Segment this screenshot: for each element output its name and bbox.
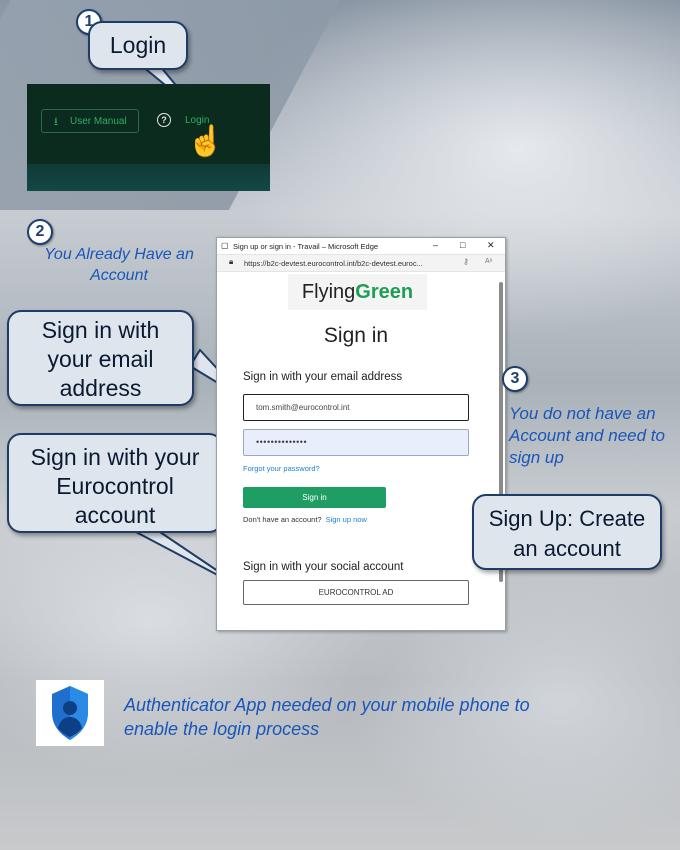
browser-titlebar: ▢ Sign up or sign in - Travail – Microso…	[217, 238, 505, 254]
step-3-badge: 3	[502, 366, 528, 392]
forgot-password-link[interactable]: Forgot your password?	[243, 464, 320, 473]
authenticator-app-icon	[36, 680, 104, 746]
minimize-button[interactable]: –	[433, 240, 438, 250]
logo-flying: Flying	[301, 281, 356, 303]
eurocontrol-callout: Sign in with your Eurocontrol account	[7, 433, 223, 533]
app-header-strip: ⭳ User Manual ? Login ☝	[27, 84, 270, 191]
lock-icon: 🔒︎	[229, 257, 234, 266]
step-2-badge: 2	[27, 219, 53, 245]
user-manual-button[interactable]: ⭳ User Manual	[41, 109, 139, 133]
authenticator-icon	[52, 686, 88, 740]
browser-window: ▢ Sign up or sign in - Travail – Microso…	[216, 237, 506, 631]
signup-link[interactable]: Sign up now	[326, 515, 367, 524]
password-field[interactable]: ••••••••••••••	[243, 429, 469, 456]
address-url[interactable]: https://b2c-devtest.eurocontrol.int/b2c-…	[244, 259, 423, 268]
read-aloud-icon[interactable]: Aᵃ	[485, 258, 492, 265]
flyinggreen-logo: FlyingGreen	[288, 274, 427, 310]
pointer-hand-icon: ☝	[187, 125, 225, 158]
signin-button[interactable]: Sign in	[243, 487, 386, 508]
eurocontrol-ad-button[interactable]: EUROCONTROL AD	[243, 580, 469, 605]
close-button[interactable]: ✕	[487, 240, 495, 251]
authenticator-note: Authenticator App needed on your mobile …	[124, 695, 530, 739]
login-callout: Login	[88, 21, 188, 70]
address-bar[interactable]: 🔒︎ https://b2c-devtest.eurocontrol.int/b…	[217, 254, 505, 272]
signup-callout: Sign Up: Create an account	[472, 494, 662, 570]
page-icon: ▢	[221, 241, 229, 250]
user-manual-label: User Manual	[70, 116, 127, 127]
email-callout: Sign in with your email address	[7, 310, 194, 406]
maximize-button[interactable]: □	[460, 240, 465, 250]
no-account-row: Don't have an account? Sign up now	[243, 515, 367, 524]
help-icon[interactable]: ?	[157, 113, 171, 127]
email-field[interactable]: tom.smith@eurocontrol.int	[243, 394, 469, 421]
browser-title: Sign up or sign in - Travail – Microsoft…	[233, 242, 379, 251]
email-heading: Sign in with your email address	[243, 371, 403, 383]
signin-title: Sign in	[323, 324, 389, 347]
download-icon: ⭳	[54, 116, 58, 128]
logo-green: Green	[355, 281, 414, 303]
key-icon[interactable]: ⚷	[463, 257, 469, 266]
social-heading: Sign in with your social account	[243, 561, 404, 573]
header-band	[27, 164, 270, 191]
already-have-account-note: You Already Have an Account	[44, 246, 194, 284]
no-account-text: Don't have an account?	[243, 515, 322, 524]
no-account-note: You do not have an Account and need to s…	[509, 404, 665, 467]
